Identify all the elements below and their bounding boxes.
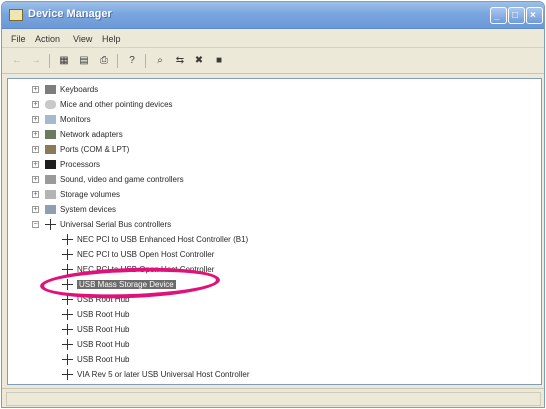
toolbar: ← → ▦ ▤ ⎙ ? ⌕ ⇆ ✖ ■ — [2, 49, 544, 74]
tree-item-mice[interactable]: + Mice and other pointing devices — [32, 98, 173, 111]
usb-icon — [62, 249, 73, 260]
window-title: Device Manager — [28, 8, 112, 20]
tree-item-ports[interactable]: + Ports (COM & LPT) — [32, 143, 129, 156]
monitor-icon — [45, 115, 56, 124]
expand-icon[interactable]: + — [32, 206, 39, 213]
mouse-icon — [45, 100, 56, 109]
maximize-button[interactable]: □ — [508, 7, 525, 24]
expand-icon[interactable]: + — [32, 101, 39, 108]
tree-item-label: USB Root Hub — [77, 340, 130, 349]
toolbar-separator — [49, 54, 50, 68]
storage-icon — [45, 190, 56, 199]
expand-icon[interactable]: + — [32, 146, 39, 153]
expand-icon[interactable]: + — [32, 131, 39, 138]
tree-item-usb-device[interactable]: NEC PCI to USB Open Host Controller — [62, 248, 214, 261]
menu-view[interactable]: View — [73, 34, 92, 44]
expand-icon[interactable]: + — [32, 161, 39, 168]
tree-item-label: Keyboards — [60, 85, 99, 94]
menu-action[interactable]: Action — [35, 34, 60, 44]
tree-item-label: USB Root Hub — [77, 355, 130, 364]
tree-item-label: Processors — [60, 160, 101, 169]
tree-item-label: USB Root Hub — [77, 325, 130, 334]
sound-icon — [45, 175, 56, 184]
tree-item-usb-device[interactable]: VIA Rev 5 or later USB Universal Host Co… — [62, 368, 250, 381]
help-icon[interactable]: ? — [126, 55, 138, 67]
toolbar-separator — [145, 54, 146, 68]
usb-icon — [62, 309, 73, 320]
device-list-icon[interactable]: ▦ — [58, 55, 70, 67]
device-manager-app-icon — [9, 9, 23, 21]
update-driver-icon[interactable]: ⇆ — [174, 55, 186, 67]
tree-item-label: Ports (COM & LPT) — [60, 145, 130, 154]
uninstall-icon[interactable]: ✖ — [193, 55, 205, 67]
menu-file[interactable]: File — [11, 34, 26, 44]
tree-item-network-adapters[interactable]: + Network adapters — [32, 128, 123, 141]
back-arrow-icon[interactable]: ← — [11, 55, 23, 67]
title-bar[interactable]: Device Manager _ □ × — [2, 2, 544, 29]
print-icon[interactable]: ⎙ — [98, 55, 110, 67]
usb-icon — [62, 324, 73, 335]
tree-item-sound-video[interactable]: + Sound, video and game controllers — [32, 173, 184, 186]
status-bar — [2, 388, 544, 407]
usb-icon — [62, 369, 73, 380]
usb-icon — [62, 339, 73, 350]
expand-icon[interactable]: + — [32, 86, 39, 93]
expand-icon[interactable]: + — [32, 116, 39, 123]
status-pane — [6, 392, 541, 406]
network-icon — [45, 130, 56, 139]
forward-arrow-icon[interactable]: → — [30, 55, 42, 67]
close-icon: × — [530, 10, 536, 21]
minimize-button[interactable]: _ — [490, 7, 507, 24]
tree-item-usb-controllers[interactable]: − Universal Serial Bus controllers — [32, 218, 171, 231]
tree-item-label: NEC PCI to USB Open Host Controller — [77, 250, 215, 259]
usb-icon — [62, 234, 73, 245]
tree-item-label: USB Root Hub — [77, 310, 130, 319]
toolbar-separator — [117, 54, 118, 68]
port-icon — [45, 145, 56, 154]
minimize-icon: _ — [494, 10, 500, 21]
tree-item-monitors[interactable]: + Monitors — [32, 113, 91, 126]
processor-icon — [45, 160, 56, 169]
tree-item-usb-device[interactable]: USB Root Hub — [62, 338, 129, 351]
tree-item-label: System devices — [60, 205, 117, 214]
usb-icon — [62, 354, 73, 365]
scan-hardware-icon[interactable]: ⌕ — [154, 55, 166, 67]
expand-icon[interactable]: + — [32, 191, 39, 198]
tree-item-label: VIA Rev 5 or later USB Universal Host Co… — [77, 370, 250, 379]
disable-icon[interactable]: ■ — [213, 55, 225, 67]
expand-icon[interactable]: + — [32, 176, 39, 183]
collapse-icon[interactable]: − — [32, 221, 39, 228]
tree-item-keyboards[interactable]: + Keyboards — [32, 83, 98, 96]
tree-item-label: Storage volumes — [60, 190, 121, 199]
tree-item-system-devices[interactable]: + System devices — [32, 203, 116, 216]
close-button[interactable]: × — [526, 7, 543, 24]
tree-item-usb-device[interactable]: NEC PCI to USB Enhanced Host Controller … — [62, 233, 248, 246]
tree-item-label: Universal Serial Bus controllers — [60, 220, 172, 229]
tree-item-label: Monitors — [60, 115, 91, 124]
menu-bar: File Action View Help — [2, 30, 544, 48]
device-tree[interactable]: + Keyboards + Mice and other pointing de… — [7, 78, 542, 385]
system-icon — [45, 205, 56, 214]
tree-item-label: Mice and other pointing devices — [60, 100, 173, 109]
usb-icon — [45, 219, 56, 230]
tree-item-usb-device[interactable]: USB Root Hub — [62, 353, 129, 366]
maximize-icon: □ — [512, 10, 519, 21]
keyboard-icon — [45, 85, 56, 94]
tree-item-processors[interactable]: + Processors — [32, 158, 100, 171]
tree-item-label: Sound, video and game controllers — [60, 175, 184, 184]
tree-item-label: NEC PCI to USB Enhanced Host Controller … — [77, 235, 249, 244]
tree-item-usb-device[interactable]: USB Root Hub — [62, 308, 129, 321]
menu-help[interactable]: Help — [102, 34, 121, 44]
tree-item-storage-volumes[interactable]: + Storage volumes — [32, 188, 120, 201]
tree-item-label: Network adapters — [60, 130, 123, 139]
tree-item-usb-device[interactable]: USB Root Hub — [62, 323, 129, 336]
properties-icon[interactable]: ▤ — [78, 55, 90, 67]
device-manager-window: Device Manager _ □ × File Action View He… — [1, 1, 545, 408]
